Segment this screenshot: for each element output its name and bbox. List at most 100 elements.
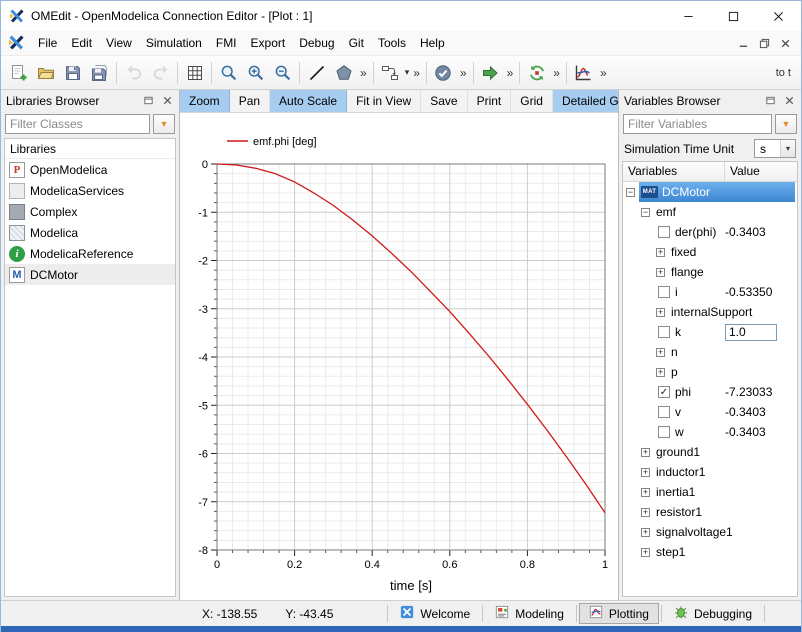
toolbar-overflow-button[interactable]: »	[410, 66, 423, 80]
save-all-icon[interactable]	[86, 59, 113, 86]
toolbar-overflow-button[interactable]: »	[597, 66, 610, 80]
variable-row-k[interactable]: k1.0	[623, 322, 797, 342]
legend-label[interactable]: emf.phi [deg]	[253, 136, 317, 148]
variable-row-phi[interactable]: ✓phi-7.23033	[623, 382, 797, 402]
variable-row-fixed[interactable]: +fixed	[623, 242, 797, 262]
collapse-icon[interactable]: −	[641, 208, 650, 217]
line-tool-icon[interactable]	[303, 59, 330, 86]
plot-tool-fit-in-view[interactable]: Fit in View	[347, 90, 421, 112]
menu-view[interactable]: View	[99, 32, 139, 54]
plot-tool-grid[interactable]: Grid	[511, 90, 553, 112]
variable-checkbox[interactable]: ✓	[658, 386, 670, 398]
simulate-icon[interactable]	[477, 59, 504, 86]
variable-row-signalvoltage1[interactable]: +signalvoltage1	[623, 522, 797, 542]
library-item-complex[interactable]: Complex	[5, 201, 175, 222]
perspective-modeling-button[interactable]: Modeling	[485, 603, 574, 624]
variable-row-internalsupport[interactable]: +internalSupport	[623, 302, 797, 322]
new-modelica-class-icon[interactable]	[5, 59, 32, 86]
expand-icon[interactable]: +	[656, 268, 665, 277]
variable-row-p[interactable]: +p	[623, 362, 797, 382]
filter-options-button[interactable]: ▼	[153, 114, 175, 134]
library-item-dcmotor[interactable]: MDCMotor	[5, 264, 175, 285]
toolbar-overflow-button[interactable]: »	[357, 66, 370, 80]
expand-icon[interactable]: +	[641, 468, 650, 477]
variable-row-resistor1[interactable]: +resistor1	[623, 502, 797, 522]
reset-zoom-icon[interactable]	[215, 59, 242, 86]
perspective-welcome-button[interactable]: Welcome	[390, 603, 480, 624]
expand-icon[interactable]: +	[656, 348, 665, 357]
plot-tool-detailed-grid[interactable]: Detailed Grid	[553, 90, 618, 112]
undo-icon[interactable]	[120, 59, 147, 86]
zoom-in-icon[interactable]	[242, 59, 269, 86]
panel-float-icon[interactable]	[141, 94, 155, 108]
mdi-minimize-button[interactable]	[734, 35, 752, 51]
open-model-icon[interactable]	[32, 59, 59, 86]
minimize-button[interactable]	[666, 1, 711, 31]
variable-row-flange[interactable]: +flange	[623, 262, 797, 282]
library-item-modelicaservices[interactable]: ModelicaServices	[5, 180, 175, 201]
grid-icon[interactable]	[181, 59, 208, 86]
fit-to-diagram-icon[interactable]: to t	[770, 59, 797, 86]
menu-debug[interactable]: Debug	[292, 32, 341, 54]
variable-row-emf[interactable]: −emf	[623, 202, 797, 222]
variable-row-n[interactable]: +n	[623, 342, 797, 362]
re-simulate-icon[interactable]	[523, 59, 550, 86]
transition-mode-icon[interactable]	[377, 59, 404, 86]
library-item-openmodelica[interactable]: POpenModelica	[5, 159, 175, 180]
perspective-debugging-button[interactable]: Debugging	[664, 603, 762, 624]
mdi-close-button[interactable]	[776, 35, 794, 51]
variable-row-inertia1[interactable]: +inertia1	[623, 482, 797, 502]
expand-icon[interactable]: +	[641, 528, 650, 537]
plot-tool-zoom[interactable]: Zoom	[180, 90, 230, 112]
menu-edit[interactable]: Edit	[64, 32, 99, 54]
variable-row-dcmotor[interactable]: −MATDCMotor	[623, 182, 797, 202]
menu-tools[interactable]: Tools	[371, 32, 413, 54]
library-item-modelica[interactable]: Modelica	[5, 222, 175, 243]
variable-checkbox[interactable]	[658, 426, 670, 438]
expand-icon[interactable]: +	[656, 308, 665, 317]
expand-icon[interactable]: +	[656, 368, 665, 377]
expand-icon[interactable]: +	[641, 488, 650, 497]
variable-row-ground1[interactable]: +ground1	[623, 442, 797, 462]
panel-float-icon[interactable]	[763, 94, 777, 108]
plot-tool-pan[interactable]: Pan	[230, 90, 270, 112]
zoom-out-icon[interactable]	[269, 59, 296, 86]
panel-close-icon[interactable]	[160, 94, 174, 108]
toolbar-overflow-button[interactable]: »	[457, 66, 470, 80]
perspective-plotting-button[interactable]: Plotting	[579, 603, 659, 624]
toolbar-overflow-button[interactable]: »	[550, 66, 563, 80]
column-header-variables[interactable]: Variables	[623, 162, 725, 181]
menu-simulation[interactable]: Simulation	[139, 32, 209, 54]
expand-icon[interactable]: +	[641, 548, 650, 557]
menu-fmi[interactable]: FMI	[209, 32, 244, 54]
variable-row-step1[interactable]: +step1	[623, 542, 797, 562]
menu-git[interactable]: Git	[342, 32, 371, 54]
mdi-restore-button[interactable]	[755, 35, 773, 51]
library-item-modelicareference[interactable]: iModelicaReference	[5, 243, 175, 264]
maximize-button[interactable]	[711, 1, 756, 31]
toolbar-overflow-button[interactable]: »	[504, 66, 517, 80]
filter-options-button[interactable]: ▼	[775, 114, 797, 134]
variable-row-v[interactable]: v-0.3403	[623, 402, 797, 422]
polygon-tool-icon[interactable]	[330, 59, 357, 86]
value-edit-field[interactable]: 1.0	[725, 324, 777, 341]
title-bar[interactable]: OMEdit - OpenModelica Connection Editor …	[1, 1, 801, 31]
filter-variables-input[interactable]	[623, 114, 772, 134]
time-unit-combobox[interactable]: s ▾	[754, 139, 796, 158]
variable-checkbox[interactable]	[658, 326, 670, 338]
menu-file[interactable]: File	[31, 32, 64, 54]
expand-icon[interactable]: +	[641, 448, 650, 457]
variable-row-w[interactable]: w-0.3403	[623, 422, 797, 442]
column-header-value[interactable]: Value	[725, 162, 797, 181]
variable-checkbox[interactable]	[658, 226, 670, 238]
variable-row-inductor1[interactable]: +inductor1	[623, 462, 797, 482]
plot-tool-print[interactable]: Print	[468, 90, 512, 112]
expand-icon[interactable]: +	[641, 508, 650, 517]
plot-tool-save[interactable]: Save	[421, 90, 467, 112]
menu-help[interactable]: Help	[413, 32, 452, 54]
plot-canvas[interactable]: 00.20.40.60.810-1-2-3-4-5-6-7-8emf.phi […	[181, 114, 617, 600]
save-icon[interactable]	[59, 59, 86, 86]
panel-close-icon[interactable]	[782, 94, 796, 108]
filter-classes-input[interactable]	[5, 114, 150, 134]
expand-icon[interactable]: +	[656, 248, 665, 257]
